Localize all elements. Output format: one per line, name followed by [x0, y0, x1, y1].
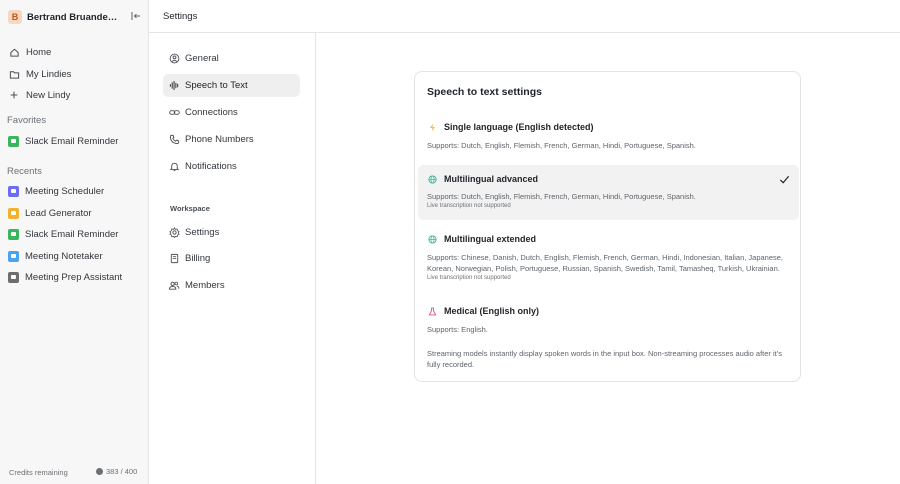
credits-icon	[96, 468, 103, 475]
recent-label: Meeting Scheduler	[25, 185, 105, 197]
settings-nav-phone-numbers[interactable]: Phone Numbers	[163, 128, 300, 151]
option-name: Multilingual advanced	[444, 174, 539, 184]
lead-generator-icon	[8, 207, 19, 219]
speech-to-text-card: Speech to text settings Single language …	[414, 71, 801, 382]
users-icon	[168, 280, 180, 292]
favorite-label: Slack Email Reminder	[25, 135, 119, 147]
settings-nav-notifications[interactable]: Notifications	[163, 155, 300, 178]
recent-item[interactable]: Lead Generator	[6, 203, 144, 223]
credits-label: Credits remaining	[9, 468, 68, 477]
recent-label: Lead Generator	[25, 207, 92, 219]
option-medical[interactable]: Medical (English only) Supports: English…	[418, 297, 799, 339]
top-bar: Settings	[149, 0, 900, 33]
recent-item[interactable]: Meeting Scheduler	[6, 181, 144, 201]
meeting-prep-icon	[8, 271, 19, 283]
recent-item[interactable]: Meeting Prep Assistant	[6, 267, 144, 287]
settings-nav-label: Billing	[185, 253, 211, 264]
settings-nav-label: Phone Numbers	[185, 134, 254, 145]
settings-nav-label: Notifications	[185, 161, 237, 172]
waveform-icon	[168, 80, 180, 92]
user-circle-icon	[168, 53, 180, 65]
option-supports: Supports: Dutch, English, Flemish, Frenc…	[427, 141, 696, 150]
option-supports: Supports: Dutch, English, Flemish, Frenc…	[427, 192, 696, 201]
settings-nav-members[interactable]: Members	[163, 274, 300, 297]
check-icon	[779, 175, 790, 184]
recent-item[interactable]: Slack Email Reminder	[6, 224, 144, 244]
settings-nav-workspace-settings[interactable]: Settings	[163, 221, 300, 244]
receipt-icon	[168, 253, 180, 265]
option-single-language[interactable]: Single language (English detected) Suppo…	[418, 113, 799, 157]
nav-label: New Lindy	[26, 89, 71, 101]
workspace-avatar: B	[8, 10, 22, 24]
settings-nav: General Speech to Text Connections Phone…	[149, 33, 316, 484]
option-supports: Supports: Chinese, Danish, Dutch, Englis…	[427, 253, 784, 273]
slack-email-reminder-icon	[8, 135, 19, 147]
meeting-scheduler-icon	[8, 185, 19, 197]
option-multilingual-advanced[interactable]: Multilingual advanced Supports: Dutch, E…	[418, 165, 799, 220]
option-supports: Supports: English.	[427, 325, 488, 334]
option-multilingual-extended[interactable]: Multilingual extended Supports: Chinese,…	[418, 225, 799, 289]
flask-icon	[427, 306, 437, 316]
recent-item[interactable]: Meeting Notetaker	[6, 246, 144, 266]
settings-nav-label: Connections	[185, 107, 238, 118]
nav-my-lindies[interactable]: My Lindies	[6, 64, 144, 84]
nav-home[interactable]: Home	[6, 42, 144, 62]
settings-nav-label: Settings	[185, 227, 220, 238]
credits-value: 383 / 400	[106, 467, 138, 476]
globe-icon	[427, 234, 437, 244]
nav-new-lindy[interactable]: New Lindy	[6, 85, 144, 105]
bell-icon	[168, 161, 180, 173]
recents-heading: Recents	[7, 166, 42, 177]
lightning-icon	[427, 122, 437, 132]
card-title: Speech to text settings	[427, 86, 542, 98]
collapse-sidebar-icon[interactable]	[130, 10, 142, 22]
page-title: Settings	[163, 11, 198, 22]
phone-icon	[168, 134, 180, 146]
option-name: Medical (English only)	[444, 306, 540, 316]
option-name: Multilingual extended	[444, 234, 537, 244]
nav-label: My Lindies	[26, 68, 72, 80]
settings-nav-general[interactable]: General	[163, 47, 300, 70]
workspace-heading: Workspace	[170, 204, 210, 213]
settings-nav-label: General	[185, 53, 219, 64]
credits-counter[interactable]: 383 / 400	[96, 467, 137, 476]
option-note: Live transcription not supported	[427, 275, 511, 281]
favorites-heading: Favorites	[7, 115, 47, 126]
nav-label: Home	[26, 46, 52, 58]
sidebar: B Bertrand Bruandet's... Home My Lindies…	[0, 0, 149, 484]
link-icon	[168, 107, 180, 119]
settings-nav-label: Members	[185, 280, 225, 291]
settings-nav-connections[interactable]: Connections	[163, 101, 300, 124]
streaming-footnote: Streaming models instantly display spoke…	[427, 349, 782, 369]
favorite-item[interactable]: Slack Email Reminder	[6, 131, 144, 151]
meeting-notetaker-icon	[8, 250, 19, 262]
workspace-name: Bertrand Bruandet's...	[27, 11, 119, 23]
slack-email-reminder-icon	[8, 228, 19, 240]
gear-icon	[168, 227, 180, 239]
home-icon	[8, 46, 20, 58]
recent-label: Meeting Prep Assistant	[25, 271, 123, 283]
globe-icon	[427, 174, 437, 184]
option-name: Single language (English detected)	[444, 122, 594, 132]
recent-label: Meeting Notetaker	[25, 250, 103, 262]
settings-nav-speech-to-text[interactable]: Speech to Text	[163, 74, 300, 97]
settings-nav-billing[interactable]: Billing	[163, 247, 300, 270]
recent-label: Slack Email Reminder	[25, 228, 119, 240]
settings-nav-label: Speech to Text	[185, 80, 248, 91]
workspace-switcher[interactable]: B Bertrand Bruandet's...	[8, 8, 144, 26]
option-note: Live transcription not supported	[427, 203, 511, 209]
folder-icon	[8, 68, 20, 80]
plus-icon	[8, 89, 20, 101]
